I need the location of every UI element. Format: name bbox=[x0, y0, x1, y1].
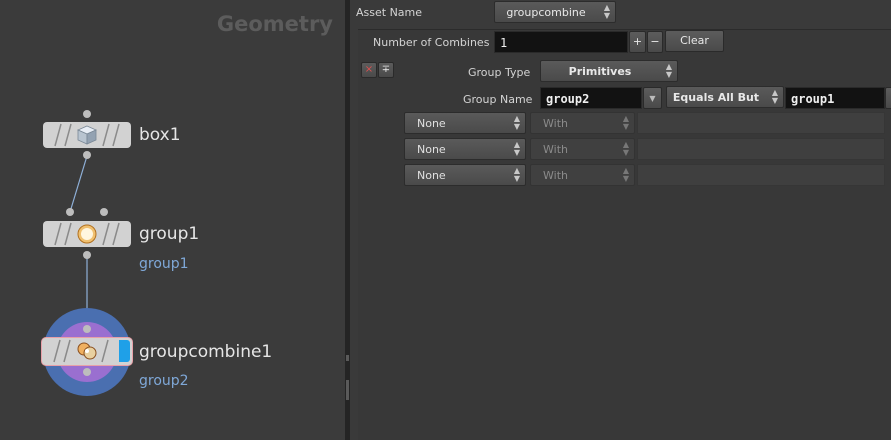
group-name-dropdown-button[interactable]: ▼ bbox=[643, 87, 662, 109]
updown-arrow-icon: ▲ ▼ bbox=[513, 114, 520, 131]
clear-button[interactable]: Clear bbox=[665, 30, 724, 52]
asset-name-label: Asset Name bbox=[356, 6, 423, 19]
box1-output-dot[interactable] bbox=[83, 151, 91, 159]
remove-combine-button[interactable]: − bbox=[647, 31, 663, 53]
group-name-label: Group Name bbox=[463, 93, 533, 106]
group1-input-dot-a[interactable] bbox=[66, 208, 74, 216]
operation-value: Equals All But bbox=[672, 91, 760, 104]
updown-arrow-icon: ▲ ▼ bbox=[622, 114, 629, 131]
display-flag[interactable] bbox=[119, 340, 130, 362]
num-combines-label: Number of Combines bbox=[373, 36, 490, 49]
groupcombine1-output-dot[interactable] bbox=[83, 368, 91, 376]
network-editor[interactable]: Geometry box1 group1 group1 groupcombine… bbox=[0, 0, 345, 440]
group-ring-icon bbox=[77, 224, 97, 244]
wire-box1-group1 bbox=[69, 155, 88, 213]
asset-name-menu[interactable]: groupcombine ▲ ▼ bbox=[494, 1, 616, 23]
node-groupcombine1-group-label: group2 bbox=[139, 373, 189, 389]
combine-with-menu-3[interactable]: With ▲ ▼ bbox=[530, 164, 635, 186]
combine-op-menu-1[interactable]: None ▲ ▼ bbox=[404, 112, 526, 134]
node-group1-label: group1 bbox=[139, 224, 200, 244]
updown-arrow-icon: ▲ ▼ bbox=[513, 140, 520, 157]
combine-with-field-2[interactable] bbox=[637, 138, 885, 160]
combine-op-menu-3[interactable]: None ▲ ▼ bbox=[404, 164, 526, 186]
groupcombine1-input-dot[interactable] bbox=[83, 325, 91, 333]
updown-arrow-icon: ▲ ▼ bbox=[603, 3, 610, 20]
asset-name-value: groupcombine bbox=[506, 6, 586, 19]
combine-with-menu-1[interactable]: With ▲ ▼ bbox=[530, 112, 635, 134]
operation-menu[interactable]: Equals All But ▲ ▼ bbox=[666, 86, 784, 108]
node-group1[interactable] bbox=[43, 221, 131, 247]
operand-field[interactable]: group1 bbox=[785, 87, 885, 109]
add-combine-button[interactable]: + bbox=[629, 31, 646, 53]
combine-with-field-1[interactable] bbox=[637, 112, 885, 134]
node-box1-label: box1 bbox=[139, 125, 181, 145]
node-groupcombine1-label: groupcombine1 bbox=[139, 342, 273, 362]
combine-with-field-3[interactable] bbox=[637, 164, 885, 186]
group-type-value: Primitives bbox=[568, 65, 632, 78]
updown-arrow-icon: ▲ ▼ bbox=[622, 140, 629, 157]
updown-arrow-icon: ▲ ▼ bbox=[513, 166, 520, 183]
chevron-down-icon: ▼ bbox=[649, 94, 656, 103]
node-box1[interactable] bbox=[43, 122, 131, 148]
num-combines-field[interactable]: 1 bbox=[494, 31, 628, 53]
remove-entry-button[interactable]: × bbox=[361, 62, 377, 78]
group1-output-dot[interactable] bbox=[83, 251, 91, 259]
operand-dropdown-button[interactable] bbox=[885, 87, 891, 109]
group-name-field[interactable]: group2 bbox=[540, 87, 642, 109]
box-icon bbox=[77, 125, 97, 145]
insert-entry-button[interactable]: ∓ bbox=[378, 62, 394, 78]
node-group1-group-label: group1 bbox=[139, 256, 189, 272]
parameter-pane: Asset Name groupcombine ▲ ▼ Number of Com… bbox=[350, 0, 891, 440]
updown-arrow-icon: ▲ ▼ bbox=[771, 88, 778, 105]
box1-input-dot[interactable] bbox=[83, 110, 91, 118]
group1-input-dot-b[interactable] bbox=[100, 208, 108, 216]
combine-with-menu-2[interactable]: With ▲ ▼ bbox=[530, 138, 635, 160]
updown-arrow-icon: ▲ ▼ bbox=[665, 62, 672, 79]
node-groupcombine1[interactable] bbox=[41, 337, 133, 366]
combine-op-menu-2[interactable]: None ▲ ▼ bbox=[404, 138, 526, 160]
group-type-label: Group Type bbox=[468, 66, 531, 79]
groupcombine-icon bbox=[77, 342, 97, 360]
group-type-menu[interactable]: Primitives ▲ ▼ bbox=[540, 60, 678, 82]
updown-arrow-icon: ▲ ▼ bbox=[622, 166, 629, 183]
